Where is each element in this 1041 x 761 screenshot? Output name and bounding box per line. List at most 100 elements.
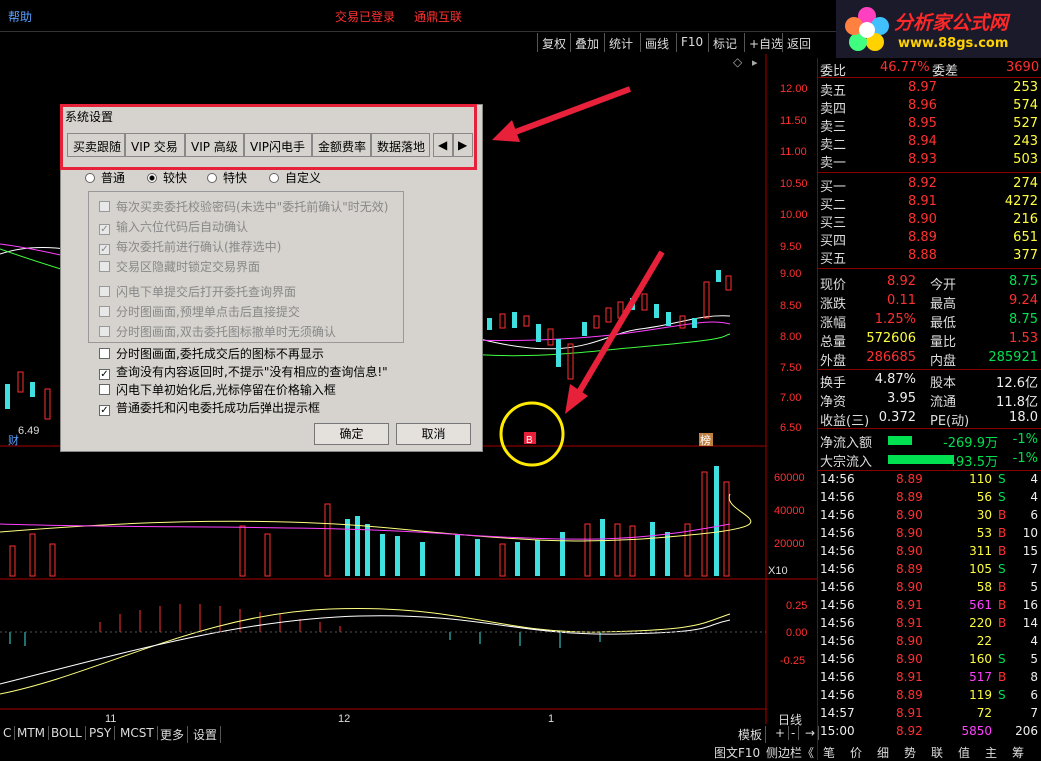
checkbox-preorder-submit[interactable]: 分时图画面,预埋单点击后直接提交 [99, 303, 300, 320]
zoom-in-button[interactable]: + [772, 726, 790, 740]
add-favorite-button[interactable]: +自选 [744, 33, 787, 52]
tick-volume: 22 [976, 634, 992, 648]
checkbox-dblclick-cancel[interactable]: 分时图画面,双击委托图标撤单时无须确认 [99, 323, 336, 340]
back-button[interactable]: 返回 [782, 33, 815, 52]
cancel-button[interactable]: 取消 [396, 423, 471, 445]
stat-value: 4.87% [874, 372, 916, 387]
radio-fast[interactable]: 较快 [147, 169, 187, 186]
right-tab-1[interactable]: 价 [850, 744, 862, 761]
sell-label: 卖四 [820, 102, 847, 117]
tick-count: 4 [1030, 490, 1038, 504]
tick-time: 14:56 [820, 652, 855, 666]
tick-direction: B [998, 580, 1007, 594]
stat-label: 今开 [930, 278, 957, 293]
buy-row: 买二 8.91 4272 [818, 194, 1041, 213]
radio-custom[interactable]: 自定义 [269, 169, 321, 186]
right-tab-4[interactable]: 联 [931, 744, 943, 761]
sidebar-toggle-button[interactable]: 侧边栏《 [766, 744, 814, 761]
tick-row: 14:57 8.91 72 7 [818, 706, 1041, 724]
radio-normal[interactable]: 普通 [85, 169, 125, 186]
stat2-row: 收益(三) 0.372 PE(动) 18.0 [818, 410, 1041, 429]
checkbox-verify-password[interactable]: 每次买卖委托校验密码(未选中"委托前确认"时无效) [99, 198, 388, 215]
tick-volume: 58 [976, 580, 992, 594]
date-tick: 1 [548, 713, 554, 725]
stat-label: 量比 [930, 335, 957, 350]
tick-volume: 517 [969, 670, 992, 684]
tab-indicator-mtm[interactable]: MTM [14, 726, 50, 740]
right-tab-6[interactable]: 主 [985, 744, 997, 761]
tab-indicator-boll[interactable]: BOLL [48, 726, 86, 740]
sell-row: 卖五 8.97 253 [818, 80, 1041, 99]
buy-volume: 651 [1013, 230, 1038, 245]
tick-volume: 56 [976, 490, 992, 504]
tick-volume: 5850 [961, 724, 992, 738]
stats-button[interactable]: 统计 [604, 33, 637, 52]
checkbox-success-popup[interactable]: ✓ 普通委托和闪电委托成功后弹出提示框 [99, 399, 320, 416]
stat-label: 最低 [930, 316, 957, 331]
tick-row: 14:56 8.91 561 B 16 [818, 598, 1041, 616]
draw-line-button[interactable]: 画线 [640, 33, 673, 52]
radio-very-fast[interactable]: 特快 [207, 169, 247, 186]
diamond-icon: ◇ [733, 55, 743, 69]
checkbox-hide-filled-icon[interactable]: 分时图画面,委托成交后的图标不再显示 [99, 345, 324, 362]
stat-label: 股本 [930, 376, 957, 391]
checkbox-cursor-price[interactable]: 闪电下单初始化后,光标停留在价格输入框 [99, 381, 336, 398]
template-button[interactable]: 模板 [735, 726, 767, 743]
fuquan-button[interactable]: 复权 [537, 33, 570, 52]
buy-label: 买三 [820, 216, 847, 231]
right-tab-5[interactable]: 值 [958, 744, 970, 761]
right-tab-0[interactable]: 笔 [823, 744, 835, 761]
tick-direction: S [998, 652, 1006, 666]
right-tab-2[interactable]: 细 [877, 744, 889, 761]
tick-price: 8.90 [896, 652, 923, 666]
tick-count: 14 [1022, 616, 1038, 630]
stat-row: 外盘 286685 内盘 285921 [818, 350, 1041, 369]
tick-row: 14:56 8.90 160 S 5 [818, 652, 1041, 670]
stat2-row: 换手 4.87% 股本 12.6亿 [818, 372, 1041, 391]
stat-value: 286685 [866, 350, 916, 365]
ok-button[interactable]: 确定 [314, 423, 389, 445]
tab-more[interactable]: 更多 [157, 726, 189, 743]
tick-time: 14:56 [820, 526, 855, 540]
tab-indicator-mcst[interactable]: MCST [117, 726, 158, 740]
f10-text-button[interactable]: 图文F10 [714, 744, 760, 761]
checkbox-confirm-before[interactable]: ✓ 每次委托前进行确认(推荐选中) [99, 238, 281, 255]
tick-price: 8.91 [896, 670, 923, 684]
tick-direction: S [998, 472, 1006, 486]
annotation-highlight-box [60, 104, 477, 170]
overlay-button[interactable]: 叠加 [570, 33, 603, 52]
vol-tick: 40000 [774, 505, 805, 517]
sell-price: 8.96 [908, 98, 937, 113]
tick-count: 206 [1015, 724, 1038, 738]
annotation-arrow-down [572, 250, 665, 401]
sell-price: 8.93 [908, 152, 937, 167]
tick-price: 8.92 [896, 724, 923, 738]
checkbox-auto-confirm[interactable]: ✓ 输入六位代码后自动确认 [99, 218, 248, 235]
checkbox-lock-hidden[interactable]: 交易区隐藏时锁定交易界面 [99, 258, 260, 275]
tick-count: 8 [1030, 670, 1038, 684]
mark-button[interactable]: 标记 [708, 33, 741, 52]
flow-value: -493.5万 [943, 455, 998, 470]
scroll-right-button[interactable]: → [802, 726, 820, 740]
f10-button[interactable]: F10 [676, 33, 707, 52]
stat-row: 现价 8.92 今开 8.75 [818, 274, 1041, 293]
checkbox-no-empty-prompt[interactable]: ✓ 查询没有内容返回时,不提示"没有相应的查询信息!" [99, 363, 388, 380]
tick-count: 6 [1030, 688, 1038, 702]
tick-volume: 220 [969, 616, 992, 630]
help-menu[interactable]: 帮助 [8, 8, 32, 25]
price-tick: 8.50 [780, 300, 801, 312]
stat-value: 0.372 [878, 410, 916, 425]
zoom-out-button[interactable]: - [788, 726, 800, 740]
checkbox-flash-open-query[interactable]: 闪电下单提交后打开委托查询界面 [99, 283, 296, 300]
sell-row: 卖四 8.96 574 [818, 98, 1041, 117]
tab-settings[interactable]: 设置 [190, 726, 222, 743]
buy-volume: 274 [1013, 176, 1038, 191]
tick-price: 8.91 [896, 598, 923, 612]
right-tab-3[interactable]: 势 [904, 744, 916, 761]
sell-volume: 574 [1013, 98, 1038, 113]
flow-pct: -1% [1012, 451, 1038, 466]
tab-indicator-psy[interactable]: PSY [86, 726, 116, 740]
macd-bars [99, 604, 341, 632]
low-price-label: 6.49 [18, 425, 39, 437]
right-tab-7[interactable]: 筹 [1012, 744, 1024, 761]
